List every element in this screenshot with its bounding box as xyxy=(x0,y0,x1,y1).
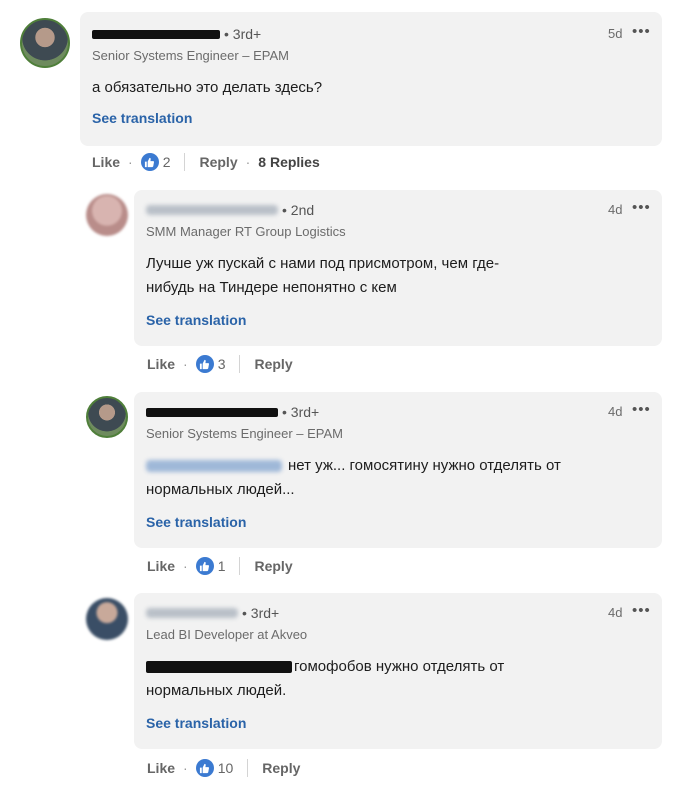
author-headline: Lead BI Developer at Akveo xyxy=(146,627,308,642)
comment-text-line: нет уж... гомосятину нужно отделять от xyxy=(146,454,561,478)
reply-button[interactable]: Reply xyxy=(262,760,300,776)
comment-text: гомофобов нужно отделять от нормальных л… xyxy=(146,655,504,703)
reply-button[interactable]: Reply xyxy=(254,558,292,574)
avatar[interactable] xyxy=(86,598,128,640)
like-button[interactable]: Like xyxy=(147,760,175,776)
comment-text-segment: нет уж... гомосятину нужно отделять от xyxy=(288,457,561,474)
comment-header: • 2nd xyxy=(146,202,314,218)
separator-dot: · xyxy=(245,154,251,170)
timestamp: 5d xyxy=(608,26,623,41)
reaction-count[interactable]: 1 xyxy=(218,558,226,574)
separator-dot: · xyxy=(183,760,188,776)
timestamp: 4d xyxy=(608,202,623,217)
mention-redacted[interactable] xyxy=(146,661,292,674)
divider xyxy=(184,153,186,171)
divider xyxy=(239,557,241,575)
thumbs-up-icon[interactable] xyxy=(195,355,214,373)
more-icon[interactable]: ••• xyxy=(632,602,651,619)
author-headline: SMM Manager RT Group Logistics xyxy=(146,224,346,239)
comment-header: • 3rd+ xyxy=(92,26,261,42)
blurred-name[interactable] xyxy=(146,205,278,215)
comment-text-line: нормальных людей... xyxy=(146,481,295,498)
thumbs-up-icon[interactable] xyxy=(140,153,159,171)
separator-dot: · xyxy=(128,154,133,170)
see-translation-link[interactable]: See translation xyxy=(146,715,246,731)
like-button[interactable]: Like xyxy=(92,154,120,170)
comment-actions: Like · 10 Reply xyxy=(147,759,300,777)
author-headline: Senior Systems Engineer – EPAM xyxy=(146,426,344,441)
separator-dot: · xyxy=(183,558,188,574)
thumbs-up-icon[interactable] xyxy=(195,759,214,777)
comment-bubble: • 3rd+ Lead BI Developer at Akveo 4d •••… xyxy=(134,593,662,749)
mention-blurred[interactable] xyxy=(146,460,282,473)
reaction-count[interactable]: 2 xyxy=(163,154,171,170)
author-headline: Senior Systems Engineer – EPAM xyxy=(92,48,290,63)
comment-bubble: • 3rd+ Senior Systems Engineer – EPAM 5d… xyxy=(80,12,662,146)
connection-degree: • 3rd+ xyxy=(282,404,320,420)
like-button[interactable]: Like xyxy=(147,558,175,574)
more-icon[interactable]: ••• xyxy=(632,401,651,418)
comment-text-line: Лучше уж пускай с нами под присмотром, ч… xyxy=(146,255,500,272)
connection-degree: • 3rd+ xyxy=(224,26,262,42)
timestamp: 4d xyxy=(608,605,623,620)
avatar[interactable] xyxy=(20,18,70,68)
connection-degree: • 2nd xyxy=(282,202,315,218)
see-translation-link[interactable]: See translation xyxy=(146,312,246,328)
comment-header: • 3rd+ xyxy=(146,605,279,621)
comment-actions: Like · 1 Reply xyxy=(147,557,293,575)
redacted-name[interactable] xyxy=(146,407,278,417)
like-button[interactable]: Like xyxy=(147,356,175,372)
see-translation-link[interactable]: See translation xyxy=(92,110,192,126)
avatar[interactable] xyxy=(86,396,128,438)
reply-button[interactable]: Reply xyxy=(199,154,237,170)
comment-text-line: гомофобов нужно отделять от xyxy=(146,655,504,679)
comment-text: Лучше уж пускай с нами под присмотром, ч… xyxy=(146,252,499,300)
reply-button[interactable]: Reply xyxy=(254,356,292,372)
see-translation-link[interactable]: See translation xyxy=(146,514,246,530)
comment-text: а обязательно это делать здесь? xyxy=(92,79,323,96)
divider xyxy=(247,759,249,777)
divider xyxy=(239,355,241,373)
comment-bubble: • 3rd+ Senior Systems Engineer – EPAM 4d… xyxy=(134,392,662,548)
connection-degree: • 3rd+ xyxy=(242,605,280,621)
comment-text: нет уж... гомосятину нужно отделять от н… xyxy=(146,454,561,502)
replies-link[interactable]: 8 Replies xyxy=(258,154,319,170)
more-icon[interactable]: ••• xyxy=(632,23,651,40)
more-icon[interactable]: ••• xyxy=(632,199,651,216)
comment-actions: Like · 2 Reply · 8 Replies xyxy=(92,153,320,171)
blurred-name[interactable] xyxy=(146,608,238,618)
redacted-name[interactable] xyxy=(92,29,220,39)
timestamp: 4d xyxy=(608,404,623,419)
comment-header: • 3rd+ xyxy=(146,404,319,420)
reaction-count[interactable]: 3 xyxy=(218,356,226,372)
reaction-count[interactable]: 10 xyxy=(218,760,234,776)
comment-text-line: нормальных людей. xyxy=(146,682,287,699)
comment-text-segment: гомофобов нужно отделять от xyxy=(294,658,505,675)
comment-text-line: нибудь на Тиндере непонятно с кем xyxy=(146,279,397,296)
comment-actions: Like · 3 Reply xyxy=(147,355,293,373)
comment-bubble: • 2nd SMM Manager RT Group Logistics 4d … xyxy=(134,190,662,346)
thumbs-up-icon[interactable] xyxy=(195,557,214,575)
separator-dot: · xyxy=(183,356,188,372)
avatar[interactable] xyxy=(86,194,128,236)
